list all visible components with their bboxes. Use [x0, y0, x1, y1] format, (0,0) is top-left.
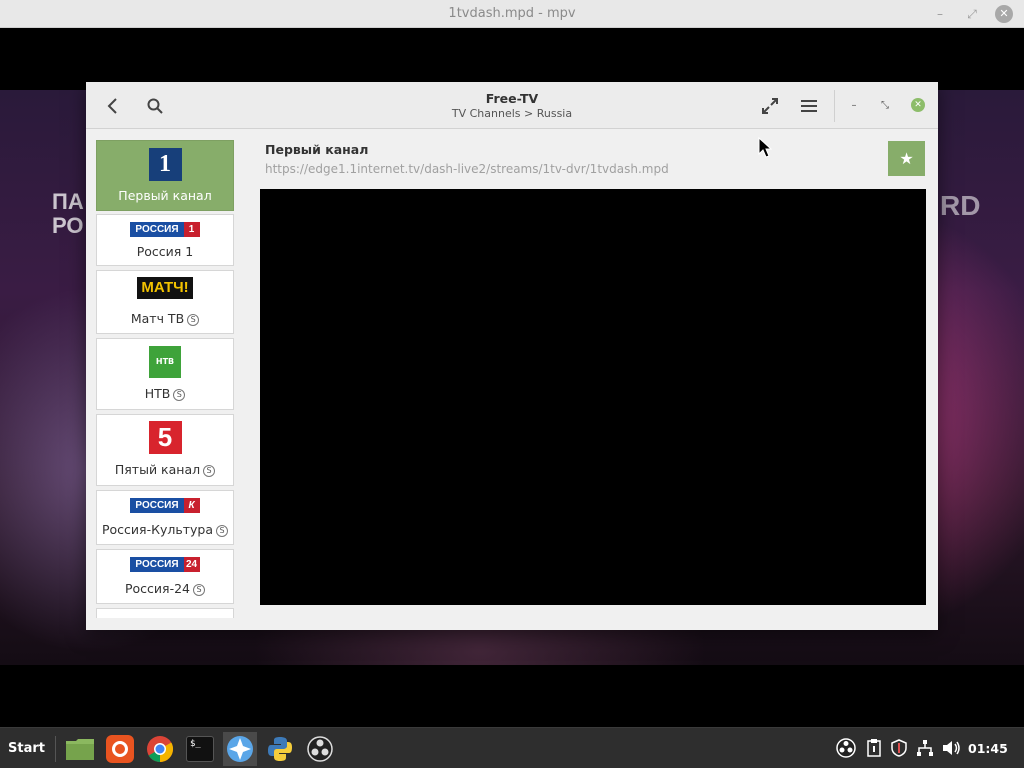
channel-item-ntv[interactable]: НТВ НТВ S	[96, 338, 234, 410]
headerbar: Free-TV TV Channels > Russia – ⤡ ✕	[86, 82, 938, 129]
channel-label: Пятый канал S	[97, 462, 233, 477]
video-overlay-text-right: RD	[940, 190, 981, 221]
match-tv-logo: МАТЧ!	[97, 277, 233, 299]
channel-label: Россия 1	[136, 244, 194, 259]
fullscreen-button[interactable]	[755, 91, 785, 121]
hamburger-menu-icon	[801, 100, 817, 112]
ntv-logo: НТВ	[97, 346, 233, 378]
python-app-button[interactable]	[263, 732, 297, 766]
free-tv-app-button[interactable]	[223, 732, 257, 766]
obs-app-button[interactable]	[303, 732, 337, 766]
network-tray-icon[interactable]	[915, 738, 935, 758]
restore-button[interactable]: ⤡	[878, 98, 892, 112]
firefox-app-button[interactable]	[103, 732, 137, 766]
channel-label: НТВ S	[97, 386, 233, 401]
python-icon	[268, 737, 292, 761]
perviy-kanal-logo: 1	[97, 148, 233, 181]
mpv-window-title: 1tvdash.mpd - mpv	[448, 6, 576, 21]
channel-item-match-tv[interactable]: МАТЧ! Матч ТВ S	[96, 270, 234, 334]
terminal-app-button[interactable]: $_	[183, 732, 217, 766]
video-overlay-text-left: ПА РО	[52, 189, 84, 238]
video-player[interactable]	[260, 189, 926, 605]
taskbar-clock[interactable]: 01:45	[968, 741, 1008, 756]
channel-label: Матч ТВ S	[97, 311, 233, 326]
folder-icon	[66, 739, 94, 760]
channel-item-partial[interactable]	[96, 608, 234, 618]
fullscreen-icon	[762, 98, 778, 114]
subscription-badge-icon: S	[216, 525, 228, 537]
rossiya-24-logo: РОССИЯ 24	[97, 557, 233, 572]
channel-item-rossiya-kultura[interactable]: РОССИЯ К Россия-Культура S	[96, 490, 234, 545]
subscription-badge-icon: S	[173, 389, 186, 401]
menu-button[interactable]	[794, 91, 824, 121]
obs-tray-icon[interactable]	[836, 738, 856, 758]
channel-item-perviy-kanal[interactable]: 1 Первый канал	[96, 140, 234, 211]
subscription-badge-icon: S	[203, 465, 216, 477]
chrome-icon	[147, 736, 174, 763]
pyatiy-kanal-logo: 5	[97, 421, 233, 454]
free-tv-window: Free-TV TV Channels > Russia – ⤡ ✕ 1 Пер…	[86, 82, 938, 630]
mpv-maximize-button[interactable]: ⤢	[962, 4, 982, 24]
chrome-app-button[interactable]	[143, 732, 177, 766]
star-icon: ★	[899, 149, 914, 168]
subscription-badge-icon: S	[187, 314, 200, 326]
channel-label: Россия-24 S	[97, 581, 233, 596]
files-app-button[interactable]	[63, 732, 97, 766]
clipboard-tray-icon[interactable]	[864, 738, 884, 758]
mpv-minimize-button[interactable]: –	[930, 4, 950, 24]
stream-title: Первый канал	[265, 142, 369, 157]
mpv-close-button[interactable]: ✕	[995, 5, 1013, 23]
channel-item-pyatiy-kanal[interactable]: 5 Пятый канал S	[96, 414, 234, 486]
rossiya-1-logo: РОССИЯ 1	[97, 222, 233, 237]
rossiya-kultura-logo: РОССИЯ К	[97, 498, 233, 513]
channel-label: Первый канал	[118, 188, 212, 203]
subscription-badge-icon: S	[193, 584, 205, 596]
taskbar: Start $_ 01:45	[0, 727, 1024, 768]
obs-icon	[307, 736, 333, 762]
mpv-titlebar[interactable]: 1tvdash.mpd - mpv – ⤢ ✕	[0, 0, 1024, 28]
channel-label: Россия-Культура S	[97, 522, 233, 537]
taskbar-separator	[55, 736, 56, 762]
free-tv-icon	[227, 736, 253, 762]
header-separator	[834, 90, 835, 122]
favorite-button[interactable]: ★	[888, 141, 925, 176]
channel-item-rossiya-24[interactable]: РОССИЯ 24 Россия-24 S	[96, 549, 234, 604]
shield-tray-icon[interactable]	[889, 738, 909, 758]
stream-url: https://edge1.1internet.tv/dash-live2/st…	[265, 162, 669, 176]
channel-item-rossiya-1[interactable]: РОССИЯ 1 Россия 1	[96, 214, 234, 266]
mouse-cursor-icon	[758, 137, 773, 158]
start-button[interactable]: Start	[8, 741, 45, 756]
firefox-icon	[106, 735, 134, 763]
close-button[interactable]: ✕	[911, 98, 925, 112]
minimize-button[interactable]: –	[847, 98, 861, 112]
volume-tray-icon[interactable]	[941, 738, 961, 758]
terminal-icon: $_	[186, 736, 214, 762]
channel-list[interactable]: 1 Первый канал РОССИЯ 1 Россия 1 МАТЧ! Ма…	[96, 140, 238, 618]
